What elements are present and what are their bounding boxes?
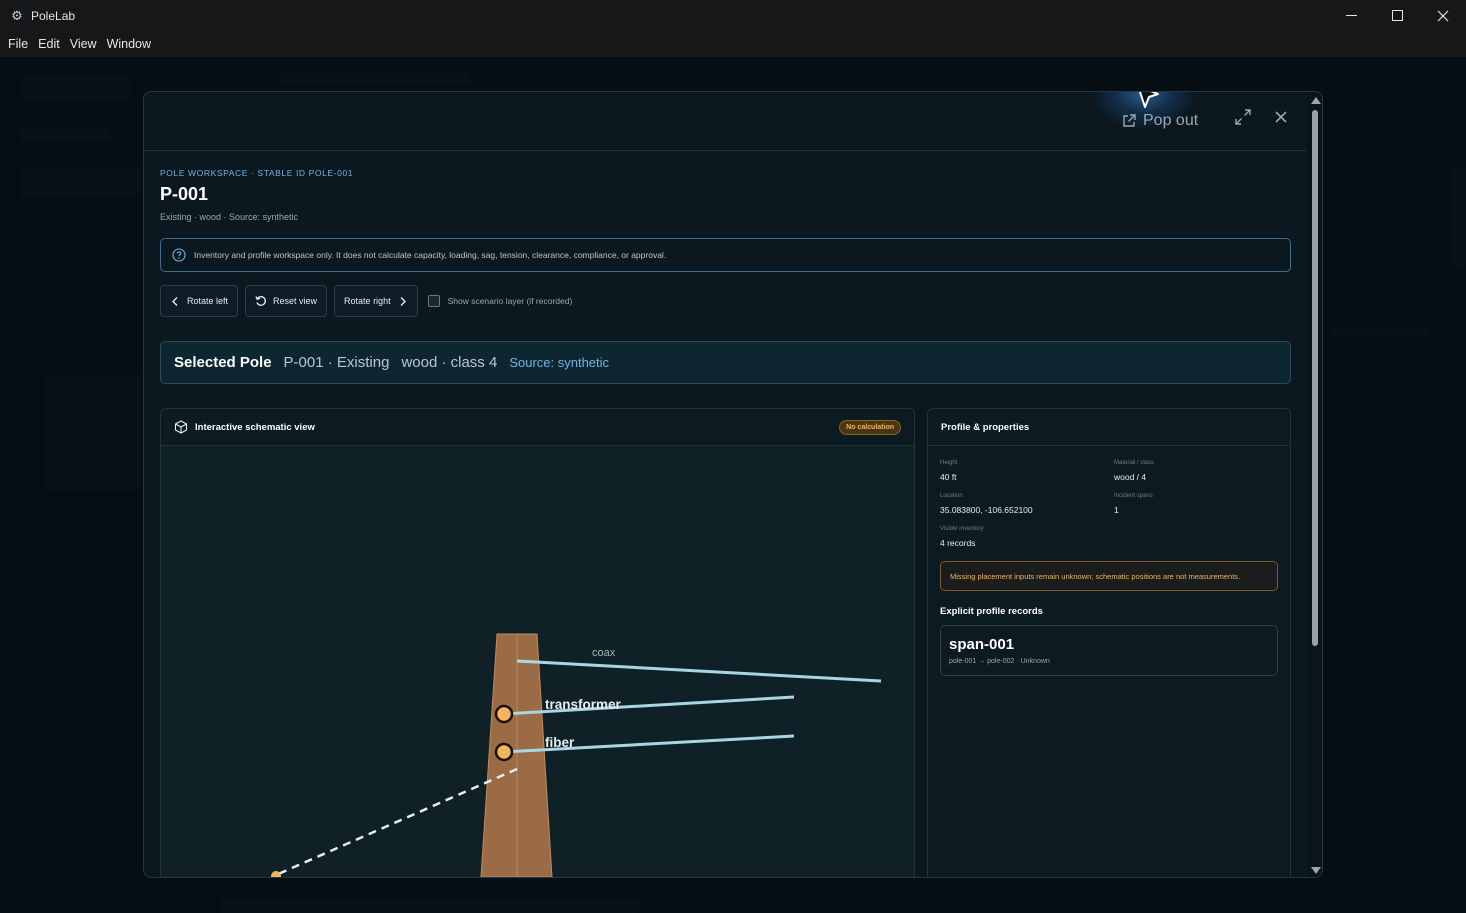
selected-pole-material: wood · class 4 — [401, 354, 498, 371]
profile-panel: Profile & properties Height 40 ft Materi… — [927, 408, 1291, 877]
info-text: Inventory and profile workspace only. It… — [194, 250, 667, 260]
schematic-canvas[interactable]: coax transformer fiber — [161, 446, 915, 878]
record-subtitle: pole-001 → pole-002 · Unknown — [949, 658, 1050, 665]
menu-edit[interactable]: Edit — [33, 37, 65, 51]
reset-view-label: Reset view — [273, 296, 318, 306]
prop-value: 1 — [1114, 505, 1119, 515]
menu-view[interactable]: View — [65, 37, 102, 51]
modal-scrollbar[interactable] — [1307, 92, 1322, 877]
prop-value: 4 records — [940, 538, 976, 548]
window-controls — [1328, 0, 1466, 31]
menu-window[interactable]: Window — [102, 37, 156, 51]
rotate-left-label: Rotate left — [187, 296, 229, 306]
coax-wire[interactable] — [516, 659, 882, 683]
menu-bar: File Edit View Window — [0, 31, 1466, 57]
scroll-up-arrow-icon[interactable] — [1311, 97, 1321, 104]
schematic-panel-header: Interactive schematic view No calculatio… — [161, 409, 914, 446]
prop-value: 40 ft — [940, 472, 957, 482]
prop-location: Location 35.083800, -106.652100 — [940, 493, 1114, 515]
reset-view-button[interactable]: Reset view — [245, 285, 328, 317]
scroll-down-arrow-icon[interactable] — [1311, 867, 1321, 874]
property-grid: Height 40 ft Material / class wood / 4 L… — [928, 446, 1290, 548]
reset-icon — [255, 296, 266, 306]
fiber-attachment[interactable] — [494, 742, 514, 762]
menu-file[interactable]: File — [3, 37, 33, 51]
rotate-right-button[interactable]: Rotate right — [334, 285, 418, 317]
schematic-drawing[interactable]: coax transformer fiber — [161, 446, 915, 878]
prop-label: Location — [940, 493, 963, 499]
transformer-attachment[interactable] — [494, 704, 514, 724]
help-circle-icon — [172, 248, 186, 262]
modal-content: POLE WORKSPACE · STABLE ID POLE-001 P-00… — [160, 168, 1292, 877]
title-bar: ⚙ PoleLab — [0, 0, 1466, 31]
maximize-icon — [1391, 10, 1403, 21]
prop-label: Incident spans — [1114, 493, 1153, 499]
pole-title: P-001 — [160, 184, 209, 204]
scenario-layer-checkbox[interactable] — [427, 295, 440, 307]
app-gear-icon: ⚙ — [11, 7, 23, 23]
selected-pole-bar: Selected Pole P-001 · Existing wood · cl… — [160, 341, 1291, 384]
prop-value: 35.083800, -106.652100 — [940, 505, 1033, 515]
expand-button[interactable] — [1234, 108, 1252, 126]
coax-label: coax — [592, 647, 616, 659]
minimize-button[interactable] — [1328, 0, 1374, 31]
mouse-cursor-icon — [1138, 92, 1159, 108]
modal-header: Pop out — [144, 92, 1307, 151]
maximize-button[interactable] — [1374, 0, 1420, 31]
record-title: span-001 — [949, 636, 1015, 653]
prop-height: Height 40 ft — [940, 460, 1114, 482]
fiber-label: fiber — [545, 735, 575, 750]
profile-title: Profile & properties — [941, 421, 1030, 433]
close-window-icon — [1437, 10, 1449, 21]
view-controls: Rotate left Reset view Rotate right Show… — [160, 285, 572, 317]
no-calculation-badge: No calculation — [839, 420, 901, 435]
info-notice: Inventory and profile workspace only. It… — [160, 238, 1291, 272]
schematic-title: Interactive schematic view — [195, 421, 315, 433]
explicit-records-heading: Explicit profile records — [940, 606, 1043, 617]
selected-pole-source: Source: synthetic — [509, 355, 610, 370]
window-title: PoleLab — [31, 8, 76, 23]
guy-wire[interactable] — [275, 767, 518, 877]
chevron-left-icon — [172, 296, 178, 306]
rotate-left-button[interactable]: Rotate left — [160, 285, 239, 317]
profile-panel-header: Profile & properties — [928, 409, 1290, 446]
rotate-right-label: Rotate right — [344, 296, 391, 306]
pole-workspace-modal: Pop out POLE WORKSPACE · STABLE ID POLE-… — [143, 91, 1323, 878]
workspace-eyebrow: POLE WORKSPACE · STABLE ID POLE-001 — [160, 168, 354, 178]
transformer-label: transformer — [545, 697, 622, 712]
pop-out-button[interactable]: Pop out — [1121, 112, 1198, 130]
minimize-icon — [1345, 15, 1357, 16]
close-modal-button[interactable] — [1272, 108, 1290, 126]
prop-material: Material / class wood / 4 — [1114, 460, 1274, 482]
prop-label: Visible inventory — [940, 526, 984, 532]
external-link-icon — [1123, 114, 1136, 127]
scenario-layer-label: Show scenario layer (if recorded) — [447, 296, 573, 306]
prop-value: wood / 4 — [1114, 472, 1147, 482]
pop-out-label: Pop out — [1143, 112, 1199, 129]
pole-subtitle: Existing · wood · Source: synthetic — [160, 212, 299, 222]
scenario-layer-toggle[interactable]: Show scenario layer (if recorded) — [427, 295, 573, 307]
schematic-panel: Interactive schematic view No calculatio… — [160, 408, 915, 878]
prop-label: Height — [940, 460, 958, 466]
prop-visible-inventory: Visible inventory 4 records — [940, 526, 1114, 548]
selected-pole-id: P-001 · Existing — [283, 354, 390, 371]
prop-label: Material / class — [1114, 460, 1155, 466]
selected-pole-label: Selected Pole — [174, 354, 272, 371]
cube-icon — [174, 420, 188, 434]
placement-warning: Missing placement inputs remain unknown;… — [940, 561, 1278, 591]
scroll-thumb[interactable] — [1312, 110, 1318, 646]
profile-record-card[interactable]: span-001 pole-001 → pole-002 · Unknown — [940, 625, 1278, 676]
close-window-button[interactable] — [1420, 0, 1466, 31]
chevron-right-icon — [400, 296, 406, 306]
prop-incident-spans: Incident spans 1 — [1114, 493, 1274, 515]
guy-anchor[interactable] — [271, 871, 281, 878]
